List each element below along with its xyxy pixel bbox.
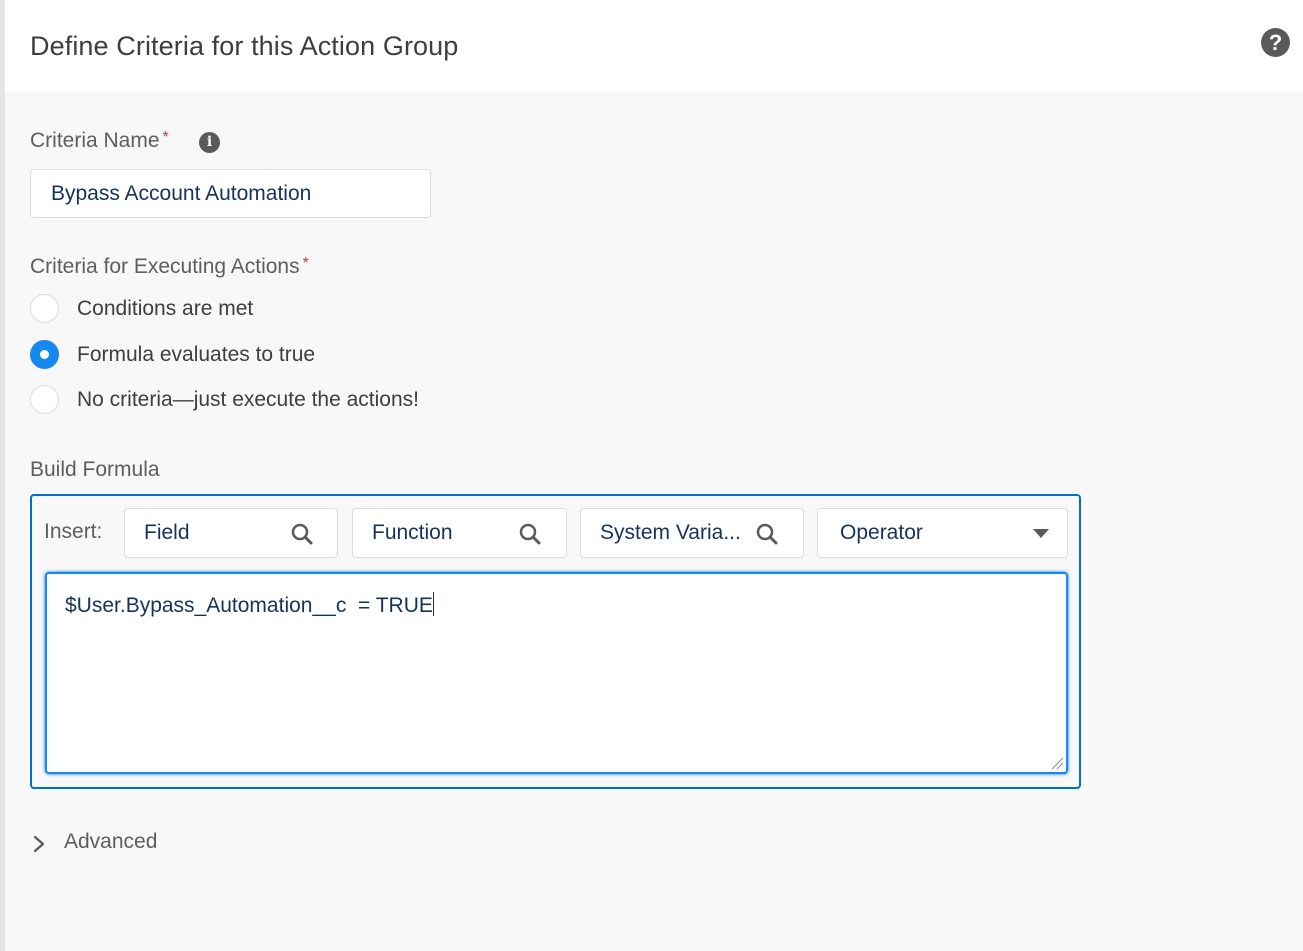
question-circle-icon[interactable]: ?	[1261, 28, 1290, 57]
info-icon[interactable]: i	[199, 132, 220, 153]
advanced-label: Advanced	[64, 830, 158, 853]
radio-button[interactable]	[30, 385, 59, 414]
function-picker[interactable]: Function	[352, 508, 567, 558]
panel-header: Define Criteria for this Action Group ?	[5, 0, 1303, 92]
criteria-name-label: Criteria Name *	[30, 129, 169, 153]
text-cursor	[432, 592, 434, 616]
resize-handle-icon[interactable]	[1050, 756, 1064, 770]
radio-button-selected[interactable]	[30, 340, 59, 369]
field-picker-text: Field	[144, 521, 190, 544]
system-variable-picker[interactable]: System Varia...	[580, 508, 804, 558]
insert-label: Insert:	[44, 520, 103, 543]
criteria-execution-label: Criteria for Executing Actions *	[30, 255, 309, 279]
system-variable-picker-text: System Varia...	[600, 521, 741, 544]
formula-builder: Insert: Field Function System Varia... O…	[30, 494, 1081, 789]
build-formula-label: Build Formula	[30, 458, 160, 481]
radio-label: Conditions are met	[77, 297, 254, 320]
radio-label: Formula evaluates to true	[77, 343, 316, 366]
formula-textarea[interactable]: $User.Bypass_Automation__c = TRUE	[45, 572, 1068, 774]
required-marker: *	[302, 255, 309, 272]
required-marker: *	[162, 129, 169, 146]
page-title: Define Criteria for this Action Group	[30, 31, 459, 61]
operator-select[interactable]: Operator	[817, 508, 1068, 558]
field-picker[interactable]: Field	[124, 508, 338, 558]
operator-select-text: Operator	[840, 521, 923, 544]
function-picker-text: Function	[372, 521, 453, 544]
radio-label: No criteria—just execute the actions!	[77, 388, 419, 411]
radio-button[interactable]	[30, 294, 59, 323]
criteria-execution-label-text: Criteria for Executing Actions	[30, 255, 300, 278]
search-icon	[291, 523, 313, 545]
criteria-name-label-text: Criteria Name	[30, 129, 160, 152]
chevron-right-icon	[33, 835, 45, 853]
formula-text: $User.Bypass_Automation__c = TRUE	[65, 594, 433, 617]
action-group-criteria-panel: Define Criteria for this Action Group ? …	[0, 0, 1303, 951]
chevron-down-icon	[1033, 529, 1049, 538]
search-icon	[756, 523, 778, 545]
search-icon	[519, 523, 541, 545]
criteria-name-input[interactable]	[30, 169, 431, 218]
